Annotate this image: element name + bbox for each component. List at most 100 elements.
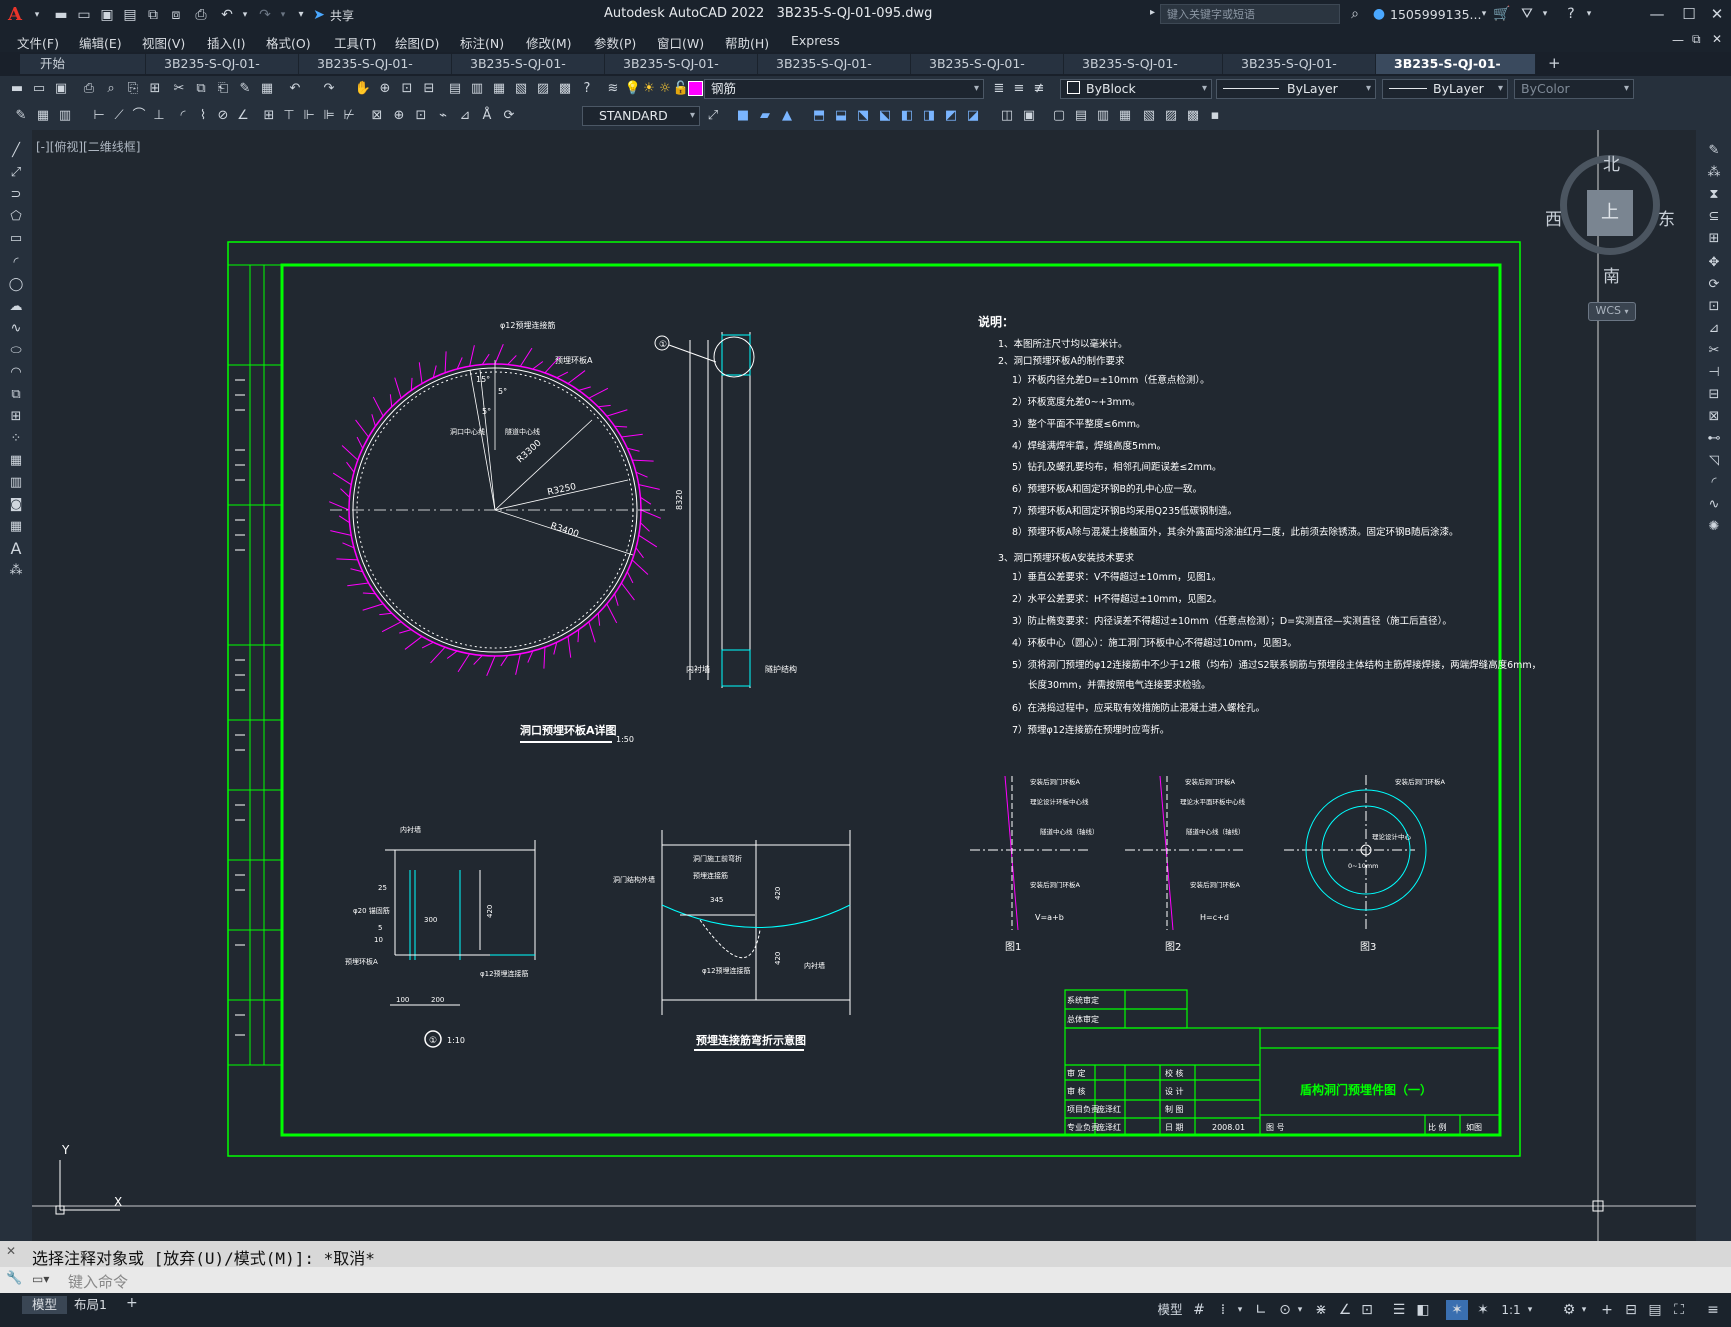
section-plane-icon[interactable]: ▩ — [1184, 107, 1202, 125]
layer-match-icon[interactable]: ≢ — [1030, 80, 1048, 98]
dim-text-edit-icon[interactable]: Å — [478, 107, 496, 125]
layer-properties-icon[interactable]: ≋ — [604, 80, 622, 98]
tab-file-087[interactable]: 3B235-S-QJ-01-087✕ — [146, 54, 299, 91]
viewcube-top-face[interactable]: 上 — [1587, 190, 1633, 236]
layer-previous-icon[interactable]: ≡ — [1010, 80, 1028, 98]
design-center-icon[interactable]: ▥ — [468, 80, 486, 98]
menu-dimension[interactable]: 标注(N) — [460, 33, 504, 52]
menu-help[interactable]: 帮助(H) — [725, 33, 769, 52]
move-icon[interactable]: ✥ — [1705, 254, 1723, 272]
close-command-icon[interactable]: ✕ — [6, 1244, 16, 1258]
dim-style-icon[interactable]: ⤢ — [704, 107, 722, 125]
quick-properties-icon[interactable]: ▤ — [1646, 1300, 1664, 1320]
viewcube-north[interactable]: 北 — [1603, 150, 1620, 175]
plotstyle-combo[interactable]: ByColor ▾ — [1514, 79, 1634, 99]
command-prompt-icon[interactable]: ▭▾ — [32, 1272, 49, 1286]
slice-icon[interactable]: ◫ — [998, 107, 1016, 125]
offset-icon[interactable]: ⊆ — [1705, 208, 1723, 226]
tab-file-091[interactable]: 3B235-S-QJ-01-091✕ — [758, 54, 911, 91]
command-input[interactable]: 键入命令 — [68, 1271, 128, 1292]
tab-file-095[interactable]: 3B235-S-QJ-01-095*✕ — [1376, 54, 1536, 91]
insert-block-icon[interactable]: ⧉ — [7, 386, 25, 404]
extend-icon[interactable]: ⊣ — [1705, 364, 1723, 382]
construction-line-icon[interactable]: ⤢ — [7, 164, 25, 182]
make-block-icon[interactable]: ⊞ — [7, 408, 25, 426]
extrude-icon[interactable]: ⬒ — [810, 107, 828, 125]
region-icon[interactable]: ◙ — [7, 496, 25, 514]
units-icon[interactable]: ⊟ — [1622, 1300, 1640, 1320]
aligned-dim-icon[interactable]: ⟋ — [110, 107, 128, 125]
zoom-window-icon[interactable]: ⊡ — [398, 80, 416, 98]
minimize-icon[interactable]: — — [1644, 4, 1670, 24]
help-icon[interactable]: ? — [578, 80, 596, 98]
menu-format[interactable]: 格式(O) — [266, 33, 311, 52]
tab-model[interactable]: 模型 — [22, 1296, 68, 1314]
save-icon[interactable]: ▣ — [52, 80, 70, 98]
workspace-chevron-icon[interactable]: ▾ — [1578, 1300, 1590, 1320]
user-icon[interactable]: ● — [1370, 5, 1388, 23]
center-mark-icon[interactable]: ⊕ — [390, 107, 408, 125]
search-expand-icon[interactable]: ▸ — [1150, 7, 1155, 18]
point-icon[interactable]: ⁘ — [7, 430, 25, 448]
3d-align-icon[interactable]: ▥ — [1094, 107, 1112, 125]
wcs-menu[interactable]: WCS ▾ — [1588, 302, 1636, 321]
tab-file-090[interactable]: 3B235-S-QJ-01-090✕ — [605, 54, 758, 91]
mirror-icon[interactable]: ⧗ — [1705, 186, 1723, 204]
gradient-icon[interactable]: ▥ — [7, 474, 25, 492]
arc-icon[interactable]: ◜ — [7, 254, 25, 272]
color-combo[interactable]: ByBlock ▾ — [1060, 79, 1212, 99]
table-icon[interactable]: ▦ — [7, 518, 25, 536]
tab-file-094[interactable]: 3B235-S-QJ-01-094✕ — [1223, 54, 1376, 91]
annotation-visibility-icon[interactable]: ✶ — [1446, 1300, 1468, 1320]
tab-file-088[interactable]: 3B235-S-QJ-01-088✕ — [299, 54, 452, 91]
close-icon[interactable]: ✕ — [1704, 4, 1730, 24]
dim-style-combo[interactable]: STANDARD ▾ — [582, 106, 700, 126]
menu-parametric[interactable]: 参数(P) — [594, 33, 636, 52]
user-name[interactable]: 1505999135... — [1390, 7, 1481, 22]
osnap-tracking-icon[interactable]: ∠ — [1336, 1300, 1354, 1320]
doc-restore-icon[interactable]: ⧉ — [1692, 32, 1701, 47]
union-icon[interactable]: ◨ — [920, 107, 938, 125]
copy-icon[interactable]: ⁂ — [1705, 164, 1723, 182]
thicken-icon[interactable]: ▣ — [1020, 107, 1038, 125]
line-icon[interactable]: ╱ — [7, 142, 25, 160]
plot-icon[interactable]: ⎙ — [80, 80, 98, 98]
quick-dim-icon[interactable]: ⊞ — [260, 107, 278, 125]
ordinate-icon[interactable]: ⊥ — [150, 107, 168, 125]
linetype-combo[interactable]: ByLayer ▾ — [1216, 79, 1376, 99]
copy-icon[interactable]: ⧉ — [192, 80, 210, 98]
rectangle-icon[interactable]: ▭ — [7, 230, 25, 248]
tolerance-icon[interactable]: ⊠ — [368, 107, 386, 125]
viewport-controls[interactable]: [-][俯视][二维线框] — [36, 138, 140, 155]
diameter-icon[interactable]: ⊘ — [214, 107, 232, 125]
plot-preview-icon[interactable]: ⌕ — [102, 80, 120, 98]
help-chevron-icon[interactable]: ▾ — [1580, 5, 1598, 23]
block-editor-icon[interactable]: ▦ — [258, 80, 276, 98]
customize-status-icon[interactable]: ≡ — [1704, 1300, 1722, 1320]
tab-file-089[interactable]: 3B235-S-QJ-01-089✕ — [452, 54, 605, 91]
sheet-set-icon[interactable]: ▧ — [512, 80, 530, 98]
annotation-scale[interactable]: 1:1 — [1498, 1300, 1524, 1320]
web-save-icon[interactable]: ⧈ — [167, 6, 185, 24]
subtract-icon[interactable]: ◩ — [942, 107, 960, 125]
erase-icon[interactable]: ✎ — [1705, 142, 1723, 160]
annotation-monitor-icon[interactable]: + — [1598, 1300, 1616, 1320]
flatshot-icon[interactable]: ▪ — [1206, 107, 1224, 125]
inspect-icon[interactable]: ⊡ — [412, 107, 430, 125]
multiline-text-icon[interactable]: A — [7, 540, 25, 558]
cone-icon[interactable]: ▲ — [778, 107, 796, 125]
customize-wrench-icon[interactable]: 🔧 — [6, 1271, 22, 1286]
save-as-icon[interactable]: ▤ — [121, 6, 139, 24]
add-selected-icon[interactable]: ⁂ — [7, 562, 25, 580]
layer-combo[interactable]: 钢筋 ▾ — [704, 79, 984, 99]
web-open-icon[interactable]: ⧉ — [144, 6, 162, 24]
qnew-icon[interactable]: ▬ — [8, 80, 26, 98]
fillet-icon[interactable]: ◜ — [1705, 474, 1723, 492]
save-icon[interactable]: ▣ — [98, 6, 116, 24]
add-layout-plus-icon[interactable]: + — [126, 1295, 138, 1311]
menu-insert[interactable]: 插入(I) — [207, 33, 245, 52]
snap-chevron-icon[interactable]: ▾ — [1234, 1300, 1246, 1320]
3d-print-icon[interactable]: ⊞ — [146, 80, 164, 98]
tab-layout1[interactable]: 布局1 — [64, 1296, 117, 1314]
rotate-icon[interactable]: ⟳ — [1705, 276, 1723, 294]
